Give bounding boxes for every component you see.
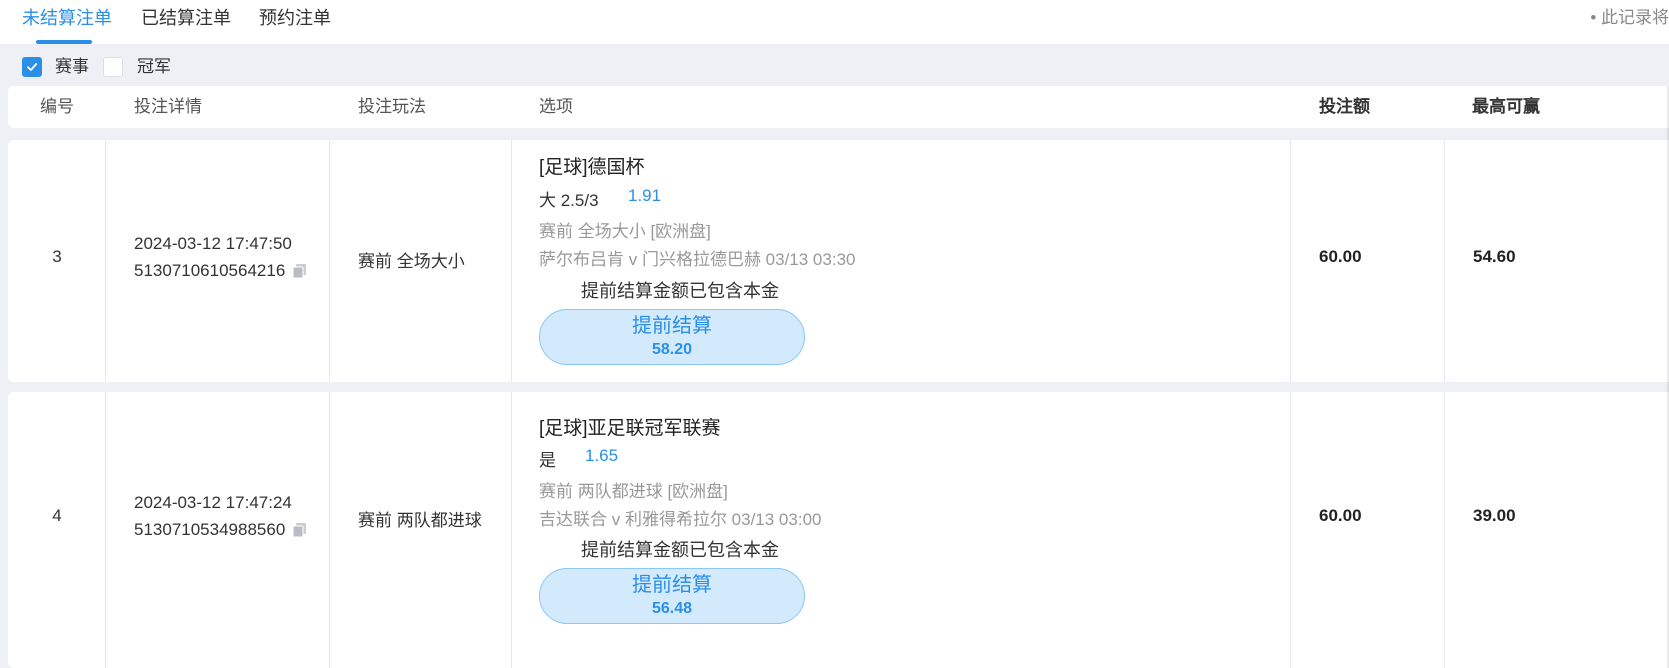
table-header: 编号 投注详情 投注玩法 选项 投注额 最高可赢 <box>8 86 1669 128</box>
bet-play: 赛前 全场大小 <box>358 252 465 271</box>
tab-reserved[interactable]: 预约注单 <box>259 0 331 40</box>
row-id: 4 <box>52 506 62 525</box>
col-option: 选项 <box>539 97 573 116</box>
row-id: 3 <box>52 247 62 266</box>
filter-event-label[interactable]: 赛事 <box>55 52 89 82</box>
active-tab-indicator <box>36 40 92 44</box>
cashout-button[interactable]: 提前结算 58.20 <box>539 309 805 365</box>
match-info: 吉达联合 v 利雅得希拉尔 03/13 03:00 <box>539 510 822 529</box>
col-play: 投注玩法 <box>358 97 426 116</box>
filter-champion-checkbox[interactable] <box>103 57 123 77</box>
bet-odds: 1.65 <box>585 446 619 465</box>
check-icon <box>27 63 38 71</box>
table-row: 4 2024-03-12 17:47:24 5130710534988560 赛… <box>8 392 1669 668</box>
tab-settled[interactable]: 已结算注单 <box>141 0 231 40</box>
order-number: 5130710534988560 <box>134 520 286 539</box>
filter-bar: 赛事 冠军 <box>0 52 1669 82</box>
notice-text: • 此记录将 <box>1590 8 1669 27</box>
col-id: 编号 <box>40 97 74 116</box>
tab-unsettled[interactable]: 未结算注单 <box>22 0 112 40</box>
cashout-amount: 56.48 <box>651 600 693 617</box>
col-detail: 投注详情 <box>134 97 202 116</box>
bet-play: 赛前 两队都进球 <box>358 511 482 530</box>
league-name: [足球]亚足联冠军联赛 <box>539 418 721 439</box>
copy-icon[interactable] <box>291 262 309 280</box>
copy-icon[interactable] <box>291 521 309 539</box>
bet-time: 2024-03-12 17:47:50 <box>134 234 292 253</box>
max-win-amount: 54.60 <box>1473 247 1516 266</box>
cashout-button[interactable]: 提前结算 56.48 <box>539 568 805 624</box>
cashout-label: 提前结算 <box>632 574 712 596</box>
bet-pick: 大 2.5/3 <box>539 191 599 210</box>
league-name: [足球]德国杯 <box>539 157 645 178</box>
match-info: 萨尔布吕肯 v 门兴格拉德巴赫 03/13 03:30 <box>539 250 856 269</box>
bet-pick: 是 <box>539 451 556 470</box>
filter-event-checkbox[interactable] <box>22 57 42 77</box>
cashout-note: 提前结算金额已包含本金 <box>581 540 779 560</box>
col-max-win: 最高可赢 <box>1472 97 1540 116</box>
market-info: 赛前 全场大小 [欧洲盘] <box>539 222 711 241</box>
tab-bar: 未结算注单 已结算注单 预约注单 • 此记录将 <box>0 0 1669 44</box>
col-stake: 投注额 <box>1319 97 1370 116</box>
stake-amount: 60.00 <box>1319 247 1362 266</box>
bet-odds: 1.91 <box>628 186 662 205</box>
order-number: 5130710610564216 <box>134 261 286 280</box>
stake-amount: 60.00 <box>1319 506 1362 525</box>
cashout-label: 提前结算 <box>632 315 712 337</box>
table-row: 3 2024-03-12 17:47:50 5130710610564216 赛… <box>8 140 1669 382</box>
bet-time: 2024-03-12 17:47:24 <box>134 493 292 512</box>
filter-champion-label[interactable]: 冠军 <box>137 52 171 82</box>
cashout-amount: 58.20 <box>651 341 693 358</box>
market-info: 赛前 两队都进球 [欧洲盘] <box>539 482 728 501</box>
cashout-note: 提前结算金额已包含本金 <box>581 281 779 301</box>
max-win-amount: 39.00 <box>1473 506 1516 525</box>
